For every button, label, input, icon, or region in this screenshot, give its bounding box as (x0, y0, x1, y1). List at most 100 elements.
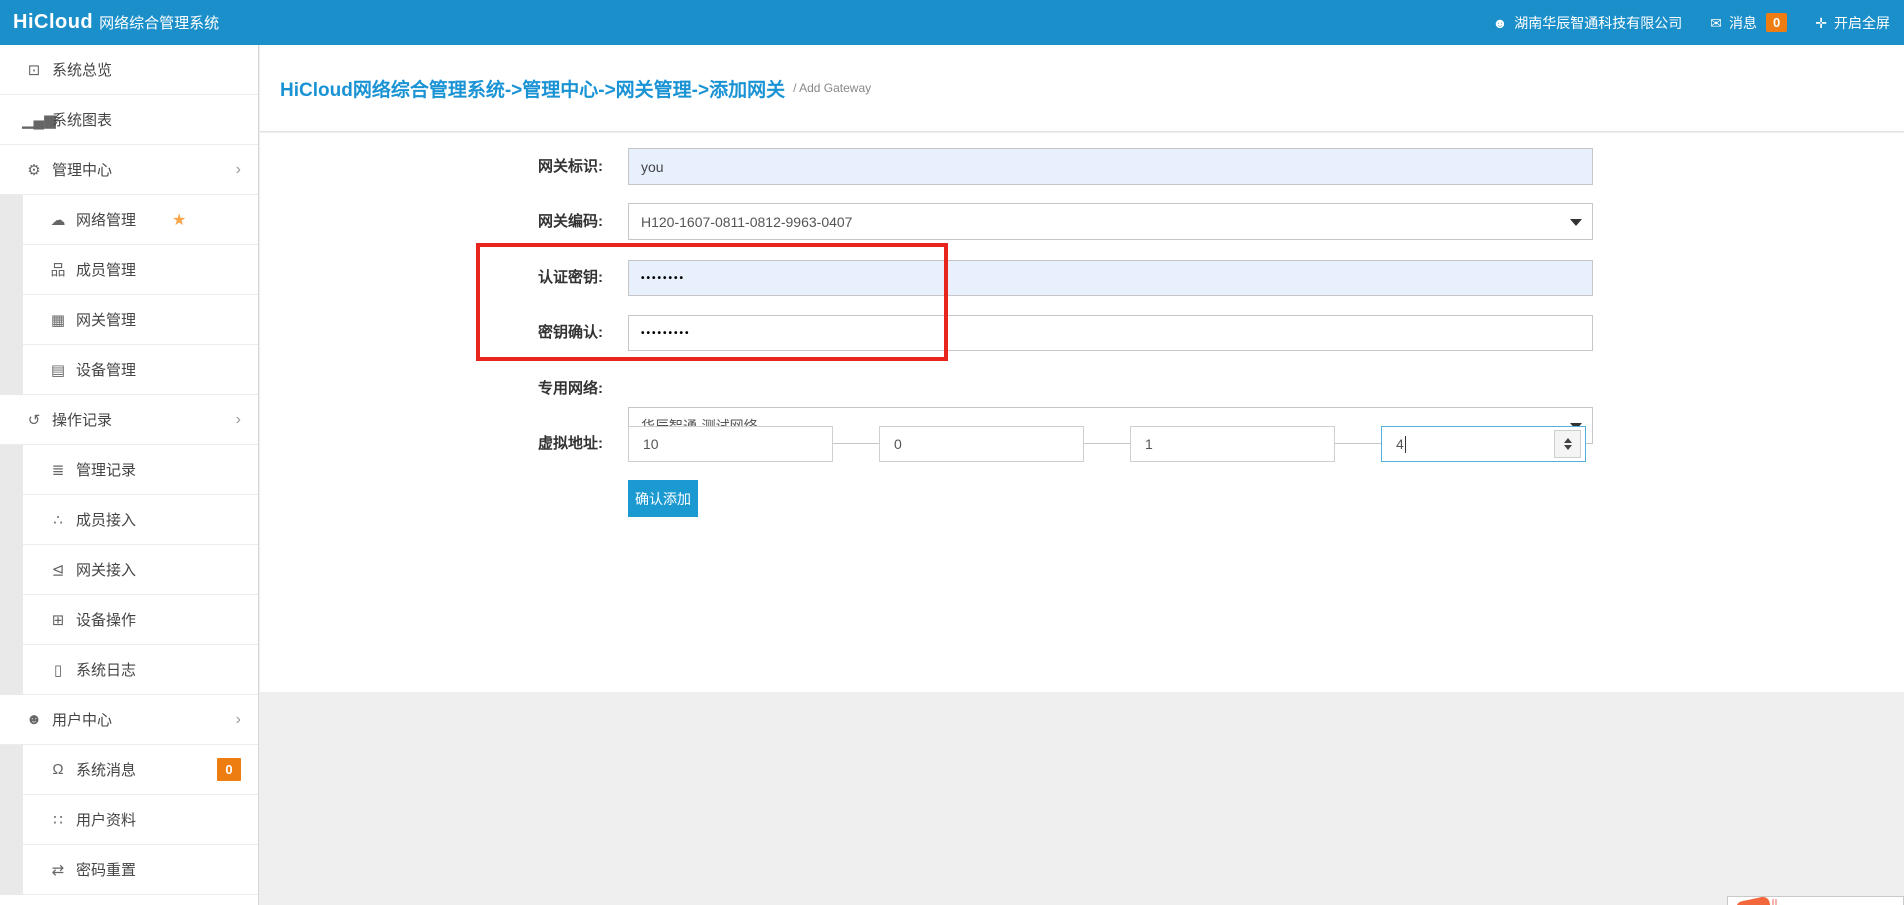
octet-value: 10 (643, 436, 659, 452)
brand-name: HiCloud (13, 11, 93, 33)
sidebar-item-label: 密码重置 (76, 859, 136, 880)
sitemap-icon: 品 (46, 259, 70, 280)
header-right-group: ☻ 湖南华辰智通科技有限公司 ✉ 消息 0 ✛ 开启全屏 (1493, 13, 1890, 33)
messages-count-badge: 0 (1766, 13, 1787, 32)
sidebar-item-member-access[interactable]: ∴ 成员接入 (0, 495, 258, 545)
envelope-icon: ✉ (1710, 16, 1722, 30)
gateway-code-select[interactable]: H120-1607-0811-0812-9963-0407 (628, 203, 1593, 240)
key-confirm-value: ••••••••• (641, 328, 691, 339)
virtual-address-octet-2[interactable]: 0 (879, 426, 1084, 462)
octet-value: 1 (1145, 436, 1153, 452)
fullscreen-label: 开启全屏 (1834, 13, 1890, 33)
brand-subtitle: 网络综合管理系统 (99, 15, 219, 32)
top-header-bar: HiCloud 网络综合管理系统 ☻ 湖南华辰智通科技有限公司 ✉ 消息 0 ✛ … (0, 0, 1904, 45)
grid-icon: ▦ (46, 311, 70, 329)
octet-value: 0 (894, 436, 902, 452)
desktop-icon: ⊡ (22, 61, 46, 79)
orange-logo-icon (1735, 896, 1771, 905)
sidebar-item-label: 网关管理 (76, 309, 136, 330)
spinner-up-icon[interactable] (1564, 438, 1572, 443)
sidebar-item-device-ops[interactable]: ⊞ 设备操作 (0, 595, 258, 645)
sidebar-item-admin-center[interactable]: ⚙ 管理中心 › (0, 145, 258, 195)
retweet-icon: ⇄ (46, 861, 70, 879)
sidebar-item-system-logs[interactable]: ▯ 系统日志 (0, 645, 258, 695)
partial-popup (1727, 896, 1904, 905)
octet-value: 4 (1396, 436, 1404, 452)
key-confirm-label: 密钥确认: (403, 315, 603, 351)
auth-key-input[interactable]: •••••••• (628, 260, 1593, 296)
company-name: 湖南华辰智通科技有限公司 (1514, 13, 1682, 33)
th-large-icon: ∷ (46, 811, 70, 829)
messages-label: 消息 (1729, 13, 1757, 33)
sidebar-count-badge: 0 (217, 758, 241, 781)
plus-square-icon: ⊞ (46, 611, 70, 629)
sidebar-item-label: 用户资料 (76, 809, 136, 830)
bell-icon: Ω (46, 761, 70, 778)
chevron-right-icon: › (236, 162, 241, 178)
gears-icon: ⚙ (22, 161, 46, 179)
number-spinner[interactable] (1554, 430, 1581, 458)
sidebar-item-label: 系统图表 (52, 109, 112, 130)
popup-detail (1772, 899, 1777, 905)
key-confirm-input[interactable]: ••••••••• (628, 315, 1593, 351)
sidebar-item-network-mgmt[interactable]: ☁ 网络管理 ★ (0, 195, 258, 245)
sidebar-item-label: 设备操作 (76, 609, 136, 630)
sidebar-item-label: 系统总览 (52, 59, 112, 80)
sidebar-item-label: 网络管理 (76, 209, 136, 230)
sidebar-item-label: 管理记录 (76, 459, 136, 480)
sidebar-item-user-center[interactable]: ☻用户中心› (0, 695, 258, 745)
share-icon: ∴ (46, 511, 70, 529)
chevron-right-icon: › (236, 412, 241, 428)
gateway-id-input[interactable]: you (628, 148, 1593, 185)
text-cursor (1405, 436, 1406, 453)
fullscreen-toggle[interactable]: ✛ 开启全屏 (1815, 13, 1890, 33)
history-icon: ↺ (22, 411, 46, 429)
sidebar-item-gateway-access[interactable]: ⊴ 网关接入 (0, 545, 258, 595)
sidebar-item-admin-records[interactable]: ≣ 管理记录 (0, 445, 258, 495)
sidebar-item-system-messages[interactable]: Ω 系统消息 0 (0, 745, 258, 795)
virtual-address-octet-1[interactable]: 10 (628, 426, 833, 462)
virtual-address-octet-3[interactable]: 1 (1130, 426, 1335, 462)
file-icon: ▯ (46, 661, 70, 679)
breadcrumb-bar: HiCloud网络综合管理系统->管理中心->网关管理->添加网关 / Add … (260, 45, 1904, 132)
private-network-label: 专用网络: (403, 370, 603, 407)
sidebar-item-user-profile[interactable]: ∷ 用户资料 (0, 795, 258, 845)
breadcrumb-suffix: / Add Gateway (793, 81, 871, 95)
breadcrumb: HiCloud网络综合管理系统->管理中心->网关管理->添加网关 (280, 75, 785, 102)
sidebar-item-label: 系统日志 (76, 659, 136, 680)
bar-chart-icon: ▁▄▆ (22, 111, 46, 129)
spinner-down-icon[interactable] (1564, 445, 1572, 450)
sidebar-item-system-overview[interactable]: ⊡ 系统总览 (0, 45, 258, 95)
fullscreen-icon: ✛ (1815, 16, 1827, 30)
chevron-down-icon (1570, 219, 1582, 226)
sidebar-item-password-reset[interactable]: ⇄ 密码重置 (0, 845, 258, 895)
gateway-code-value: H120-1607-0811-0812-9963-0407 (641, 214, 852, 230)
auth-key-value: •••••••• (641, 273, 685, 284)
sidebar-item-system-charts[interactable]: ▁▄▆ 系统图表 (0, 95, 258, 145)
sidebar-nav: ⊡系统总览▁▄▆系统图表⚙管理中心›☁网络管理★品成员管理▦网关管理▤设备管理↺… (0, 45, 259, 905)
sidebar-item-label: 系统消息 (76, 759, 136, 780)
company-account-menu[interactable]: ☻ 湖南华辰智通科技有限公司 (1493, 13, 1683, 33)
virtual-address-octet-4[interactable]: 4 (1381, 426, 1586, 462)
virtual-address-label: 虚拟地址: (403, 426, 603, 462)
sidebar-item-label: 成员接入 (76, 509, 136, 530)
sidebar-item-label: 管理中心 (52, 159, 112, 180)
sidebar-item-op-records[interactable]: ↺操作记录› (0, 395, 258, 445)
sidebar-item-label: 网关接入 (76, 559, 136, 580)
user-icon: ☻ (1493, 16, 1508, 30)
gateway-id-value: you (641, 159, 664, 175)
brand-logo: HiCloud 网络综合管理系统 (13, 11, 219, 34)
confirm-add-button[interactable]: 确认添加 (628, 480, 698, 517)
sidebar-item-device-mgmt[interactable]: ▤设备管理 (0, 345, 258, 395)
calendar-icon: ▤ (46, 361, 70, 379)
app-root: HiCloud 网络综合管理系统 ☻ 湖南华辰智通科技有限公司 ✉ 消息 0 ✛ … (0, 0, 1904, 905)
sidebar-item-gateway-mgmt[interactable]: ▦ 网关管理 (0, 295, 258, 345)
messages-menu[interactable]: ✉ 消息 0 (1710, 13, 1787, 33)
sidebar-item-member-mgmt[interactable]: 品成员管理 (0, 245, 258, 295)
chevron-right-icon: › (236, 712, 241, 728)
share-square-icon: ⊴ (46, 561, 70, 579)
auth-key-label: 认证密钥: (403, 260, 603, 296)
cloud-icon: ☁ (46, 211, 70, 229)
file-text-icon: ≣ (46, 461, 70, 479)
star-icon[interactable]: ★ (172, 210, 186, 230)
